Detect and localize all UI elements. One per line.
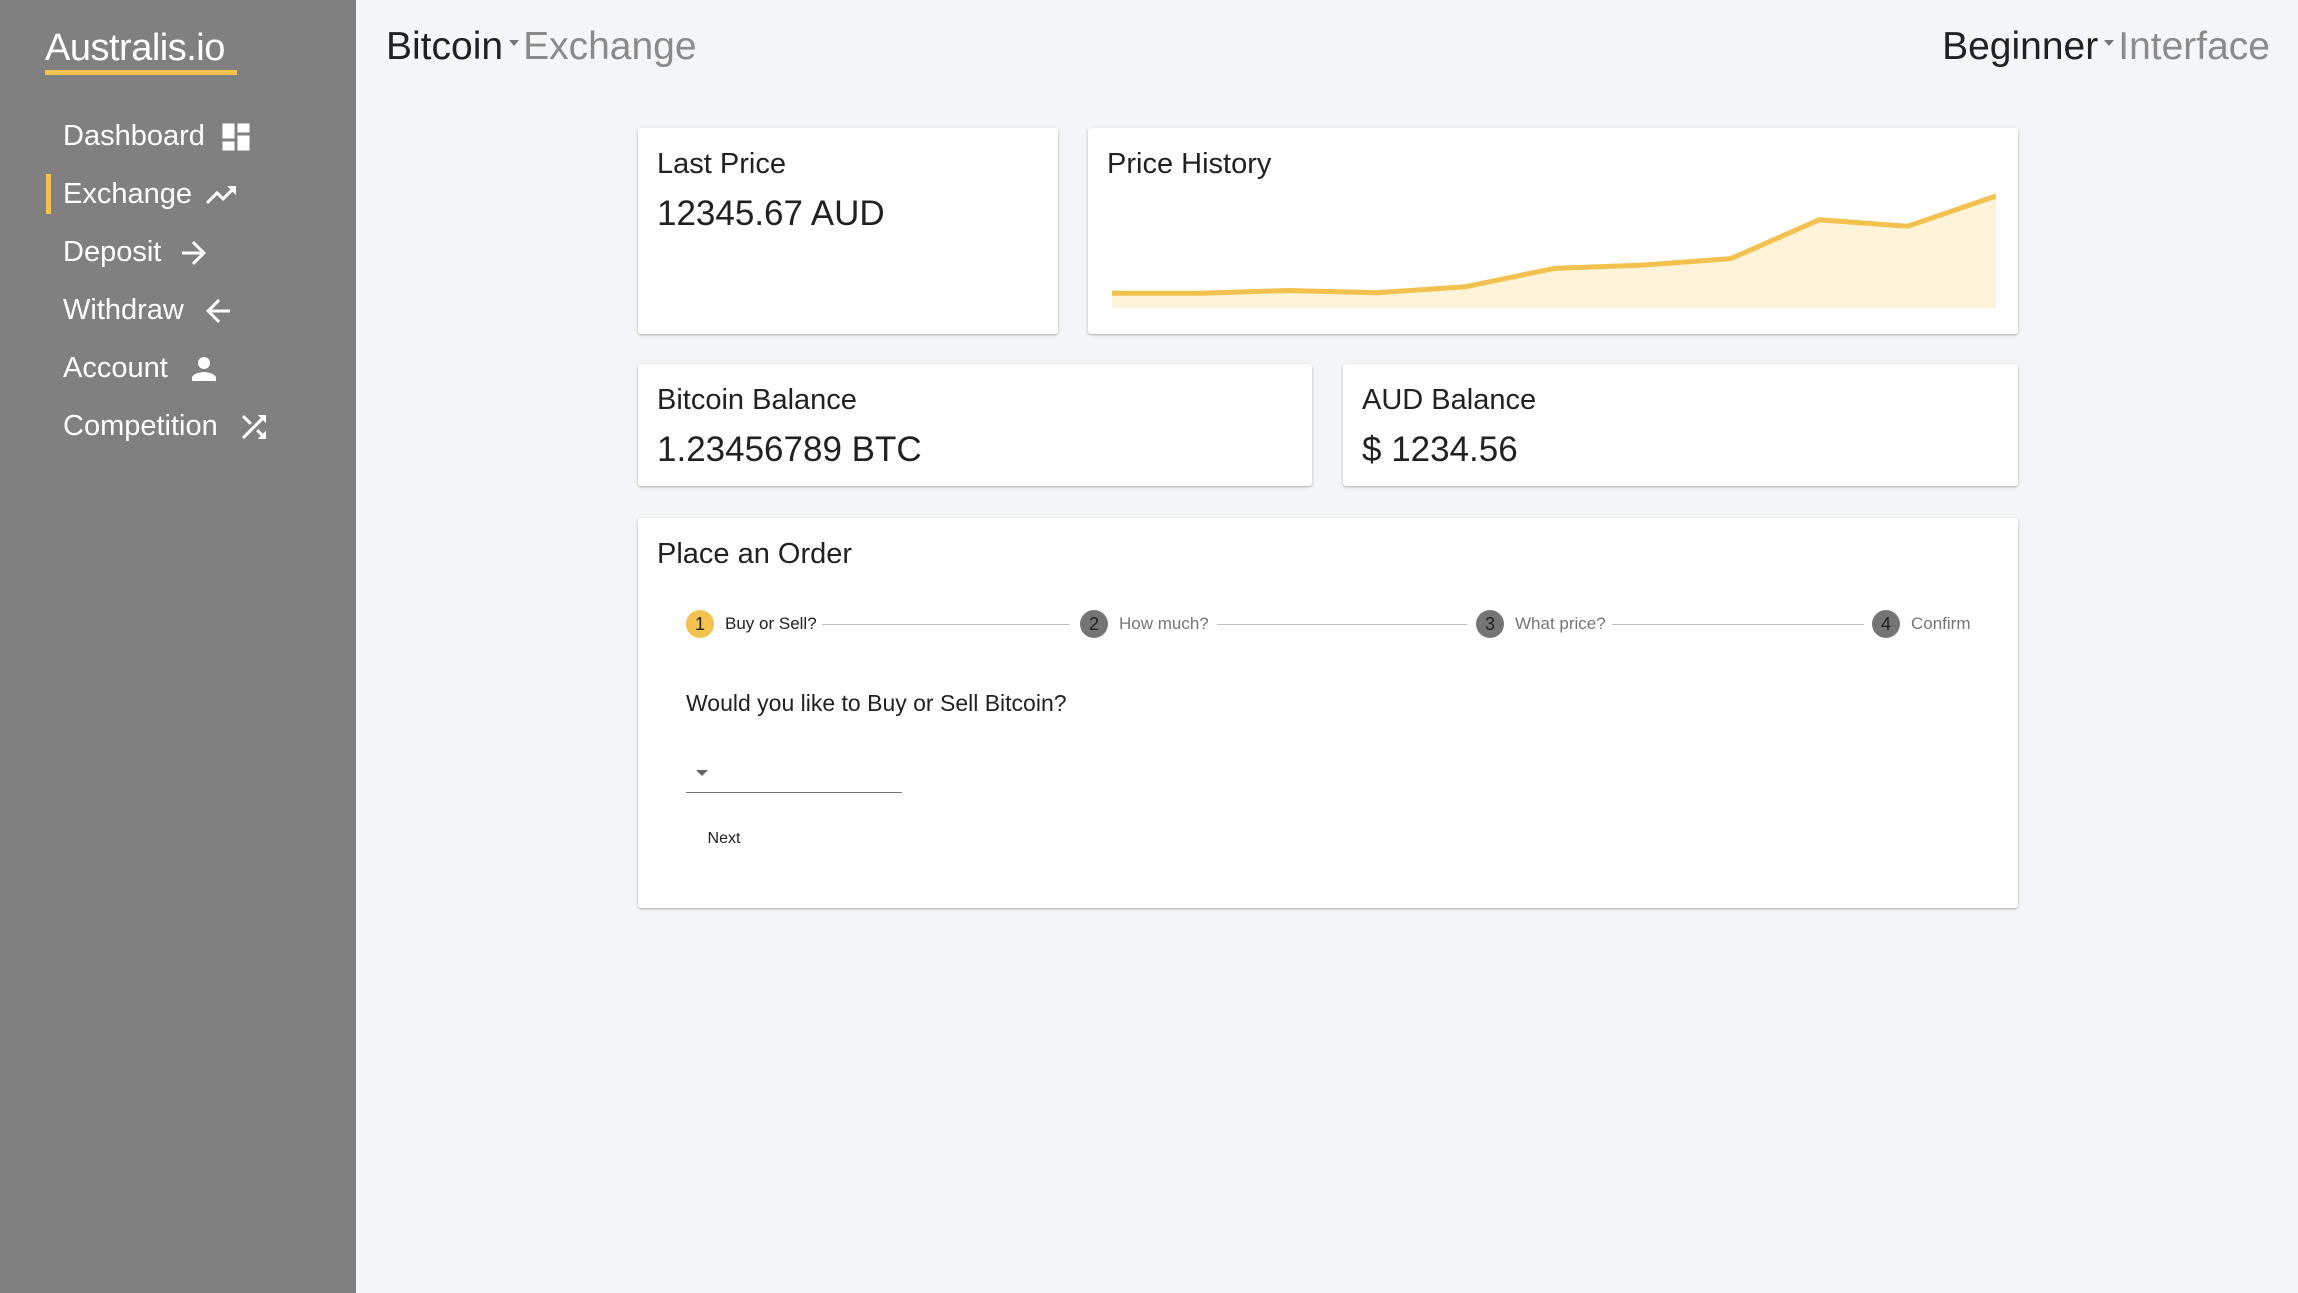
mode-suffix: Interface — [2118, 25, 2270, 68]
step-number: 4 — [1872, 610, 1900, 638]
step-number: 2 — [1080, 610, 1108, 638]
sidebar-item-label: Dashboard — [63, 120, 205, 152]
arrow-left-icon — [206, 299, 230, 323]
arrow-right-icon — [182, 241, 206, 265]
interface-mode: Beginner Interface — [1942, 22, 2270, 72]
sidebar-item-deposit[interactable]: Deposit — [0, 226, 356, 278]
person-icon — [192, 357, 216, 381]
card-title: Price History — [1107, 148, 1272, 180]
step-connector — [1217, 624, 1467, 625]
mode-dropdown-caret[interactable] — [2104, 39, 2115, 46]
sidebar-item-account[interactable]: Account — [0, 342, 356, 394]
card-title: AUD Balance — [1362, 384, 1537, 416]
aud-balance-value: $ 1234.56 — [1362, 430, 1518, 469]
trending-up-icon — [206, 186, 236, 204]
sidebar-item-label: Deposit — [63, 236, 162, 268]
section-label: Exchange — [523, 25, 697, 68]
mode-label: Beginner — [1942, 25, 2099, 68]
shuffle-icon — [242, 415, 266, 439]
step-number: 3 — [1476, 610, 1504, 638]
next-button[interactable]: Next — [686, 820, 762, 858]
step-connector — [822, 624, 1070, 625]
step-label: Confirm — [1911, 614, 1971, 633]
bitcoin-balance-value: 1.23456789 BTC — [657, 430, 922, 469]
last-price-card: Last Price 12345.67 AUD — [638, 128, 1058, 334]
sidebar-item-dashboard[interactable]: Dashboard — [0, 110, 356, 162]
sidebar-item-withdraw[interactable]: Withdraw — [0, 284, 356, 336]
logo-underline — [45, 70, 237, 75]
sidebar-item-label: Competition — [63, 410, 218, 442]
sidebar-item-label: Exchange — [63, 178, 192, 210]
aud-balance-card: AUD Balance $ 1234.56 — [1343, 364, 2018, 486]
card-title: Last Price — [657, 148, 786, 180]
step-label: What price? — [1515, 614, 1606, 633]
currency-dropdown-caret[interactable] — [509, 39, 520, 46]
price-history-card: Price History — [1088, 128, 2018, 334]
last-price-value: 12345.67 AUD — [657, 194, 885, 233]
buy-sell-select[interactable] — [686, 752, 902, 793]
dashboard-icon — [222, 123, 250, 151]
step-label: Buy or Sell? — [725, 614, 817, 633]
sidebar: Australis.io Dashboard Exchange Deposit … — [0, 0, 356, 1293]
order-question: Would you like to Buy or Sell Bitcoin? — [686, 690, 1067, 716]
card-title: Place an Order — [657, 538, 853, 570]
sidebar-item-label: Withdraw — [63, 294, 184, 326]
currency-label: Bitcoin — [386, 25, 504, 68]
price-history-chart — [1112, 193, 1996, 308]
sidebar-item-exchange[interactable]: Exchange — [0, 168, 356, 220]
bitcoin-balance-card: Bitcoin Balance 1.23456789 BTC — [638, 364, 1312, 486]
step-connector — [1612, 624, 1864, 625]
dropdown-arrow-icon — [696, 770, 708, 776]
sidebar-item-competition[interactable]: Competition — [0, 400, 356, 452]
step-number: 1 — [686, 610, 714, 638]
sidebar-item-label: Account — [63, 352, 168, 384]
card-title: Bitcoin Balance — [657, 384, 857, 416]
active-indicator — [46, 174, 51, 214]
step-label: How much? — [1119, 614, 1209, 633]
app-logo[interactable]: Australis.io — [45, 26, 225, 70]
header-context: Bitcoin Exchange — [386, 22, 697, 72]
